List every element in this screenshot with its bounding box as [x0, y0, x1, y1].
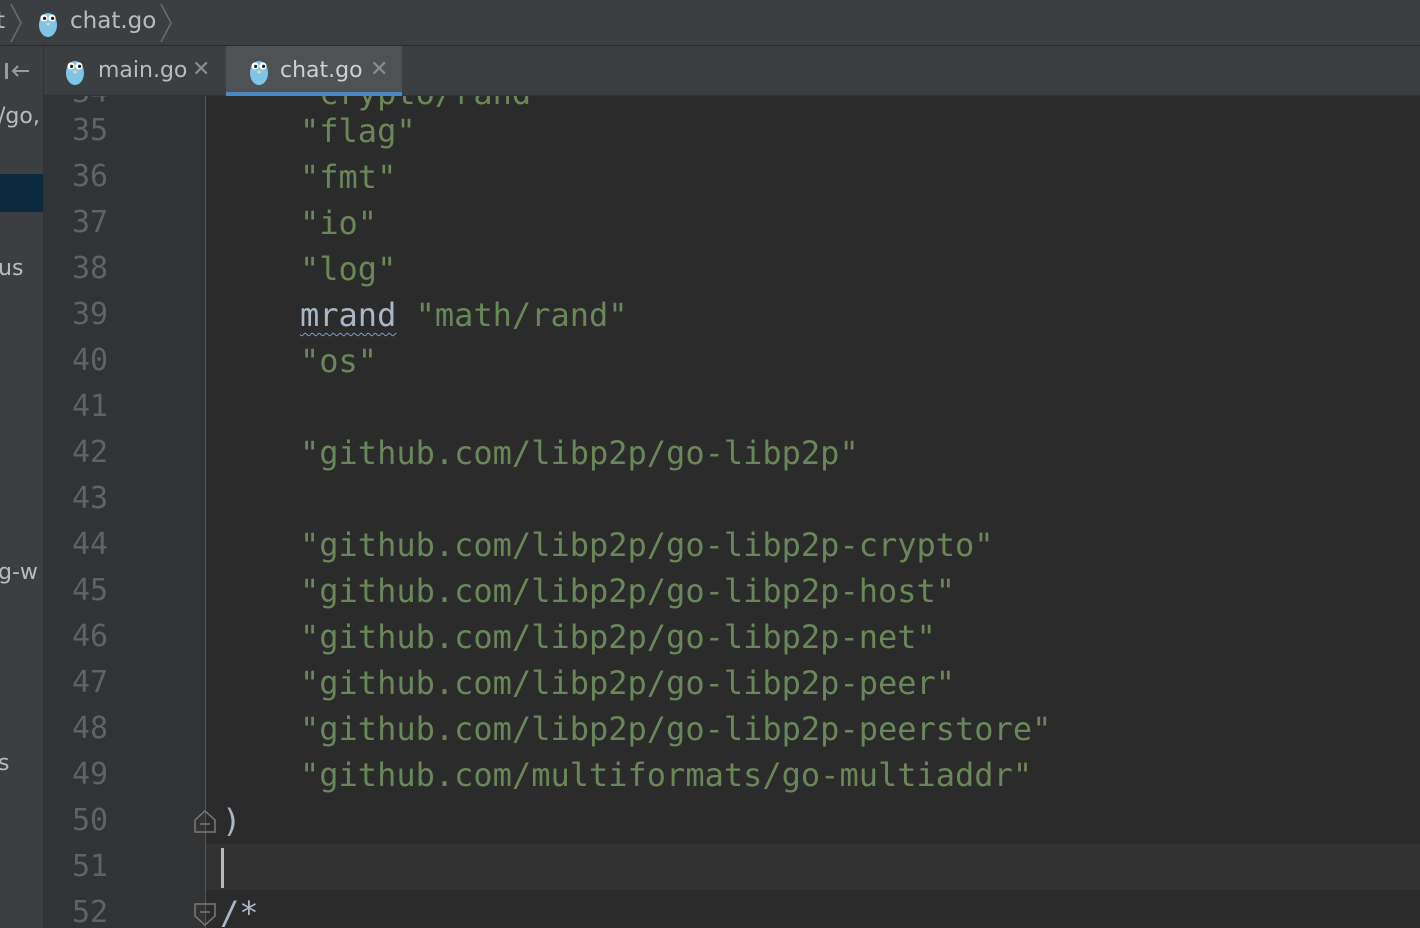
- line-number: 48: [72, 711, 109, 746]
- code-line[interactable]: "github.com/libp2p/go-libp2p-peer": [300, 660, 955, 706]
- code-line[interactable]: /*: [220, 890, 259, 928]
- gopher-icon: [39, 13, 57, 37]
- tab-main-go[interactable]: main.go ✕: [44, 46, 224, 96]
- line-number: 52: [72, 895, 109, 928]
- code-line[interactable]: "flag": [300, 108, 416, 154]
- code-line[interactable]: ): [222, 798, 241, 844]
- breadcrumb-item-file[interactable]: chat.go: [70, 8, 156, 34]
- line-number: 38: [72, 251, 109, 286]
- tab-label: chat.go: [280, 58, 363, 83]
- code-line[interactable]: "fmt": [300, 154, 396, 200]
- code-line[interactable]: "github.com/libp2p/go-libp2p-host": [300, 568, 955, 614]
- code-line[interactable]: "os": [300, 338, 377, 384]
- line-number: 36: [72, 159, 109, 194]
- line-number: 45: [72, 573, 109, 608]
- project-tree-item[interactable]: g-w: [0, 560, 38, 585]
- collapse-panel-icon[interactable]: [2, 58, 32, 84]
- editor-tab-bar: main.go ✕ chat.go ✕: [44, 46, 1420, 96]
- project-tree-item[interactable]: s: [0, 751, 9, 776]
- line-number: 39: [72, 297, 109, 332]
- tab-chat-go[interactable]: chat.go ✕: [226, 46, 402, 96]
- line-number: 41: [72, 389, 109, 424]
- import-path[interactable]: "math/rand": [416, 296, 628, 334]
- line-number: 35: [72, 113, 109, 148]
- breadcrumb-separator-icon: [10, 3, 22, 43]
- line-number: 42: [72, 435, 109, 470]
- project-tree-selected-item[interactable]: [0, 174, 43, 212]
- project-tree-item[interactable]: us: [0, 256, 23, 281]
- project-panel[interactable]: /go, us g-w s: [0, 46, 44, 928]
- line-number: 40: [72, 343, 109, 378]
- code-line[interactable]: "github.com/multiformats/go-multiaddr": [300, 752, 1032, 798]
- breadcrumb-item-project[interactable]: t: [0, 8, 5, 34]
- fold-start-icon[interactable]: [192, 902, 218, 928]
- line-number: 50: [72, 803, 109, 838]
- code-line[interactable]: "github.com/libp2p/go-libp2p": [300, 430, 859, 476]
- line-number: 49: [72, 757, 109, 792]
- line-number: 44: [72, 527, 109, 562]
- line-number: 51: [72, 849, 109, 884]
- close-icon[interactable]: ✕: [370, 57, 388, 82]
- code-line[interactable]: mrand "math/rand": [300, 292, 628, 338]
- breadcrumb-separator-icon: [160, 3, 172, 43]
- close-icon[interactable]: ✕: [192, 57, 210, 82]
- import-alias[interactable]: mrand: [300, 296, 396, 334]
- line-number: 47: [72, 665, 109, 700]
- gopher-icon: [66, 61, 84, 85]
- gopher-icon: [250, 61, 268, 85]
- text-caret: [221, 848, 224, 888]
- tab-label: main.go: [98, 58, 188, 83]
- code-line[interactable]: "github.com/libp2p/go-libp2p-crypto": [300, 522, 994, 568]
- line-number: 37: [72, 205, 109, 240]
- fold-end-icon[interactable]: [192, 808, 218, 834]
- line-number: 46: [72, 619, 109, 654]
- line-number: 43: [72, 481, 109, 516]
- breadcrumb: t chat.go: [0, 0, 1420, 46]
- code-line[interactable]: "io": [300, 200, 377, 246]
- current-line-highlight: [206, 844, 1420, 890]
- code-line[interactable]: "github.com/libp2p/go-libp2p-peerstore": [300, 706, 1051, 752]
- code-line[interactable]: "log": [300, 246, 396, 292]
- code-line[interactable]: "github.com/libp2p/go-libp2p-net": [300, 614, 936, 660]
- code-editor[interactable]: 34 35 36 37 38 39 40 41 42 43 44 45 46 4…: [44, 96, 1420, 928]
- project-tree-item[interactable]: /go,: [0, 104, 40, 129]
